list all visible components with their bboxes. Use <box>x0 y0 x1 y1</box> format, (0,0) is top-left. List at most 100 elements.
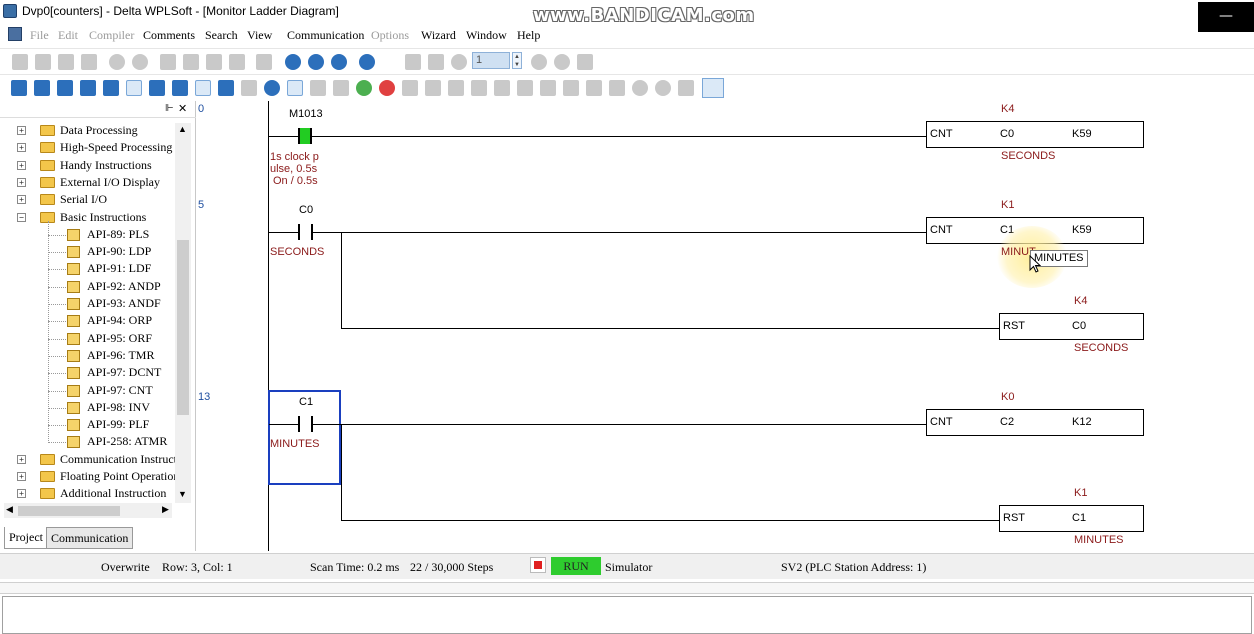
download-icon[interactable] <box>428 54 444 70</box>
copy-icon[interactable] <box>183 54 199 70</box>
menu-file[interactable]: File <box>30 28 49 43</box>
cnt-c0-instruction[interactable]: CNT C0 K59 <box>926 121 1144 148</box>
tree-item-api-1[interactable]: API-90: LDP <box>87 244 151 261</box>
plc-icon[interactable] <box>405 54 421 70</box>
close-panel-icon[interactable]: ✕ <box>178 102 187 115</box>
sfc-mode-icon[interactable] <box>34 80 50 96</box>
dock-icon[interactable] <box>702 78 724 98</box>
mdi-icon[interactable] <box>8 27 22 41</box>
menu-wizard[interactable]: Wizard <box>421 28 456 43</box>
bookmark-icon[interactable] <box>678 80 694 96</box>
menu-options[interactable]: Options <box>371 28 409 43</box>
new-file-icon[interactable] <box>12 54 28 70</box>
sync-icon[interactable] <box>554 54 570 70</box>
tree-item-api-10[interactable]: API-98: INV <box>87 400 150 417</box>
pin-icon[interactable] <box>264 80 280 96</box>
tree-item-cat-5[interactable]: Basic Instructions <box>60 210 146 227</box>
step-spin-input[interactable]: 1 <box>472 52 510 69</box>
stop-plc-icon[interactable] <box>531 54 547 70</box>
tree-expander-cat-5[interactable]: − <box>17 213 26 222</box>
contact-nc-icon[interactable] <box>425 80 441 96</box>
find-icon[interactable] <box>609 80 625 96</box>
hline-icon[interactable] <box>540 80 556 96</box>
scroll-down-arrow[interactable]: ▼ <box>178 489 187 499</box>
contact-c1-left[interactable] <box>298 416 300 432</box>
tree-item-api-0[interactable]: API-89: PLS <box>87 227 149 244</box>
tree-expander-tail-0[interactable]: + <box>17 455 26 464</box>
scroll-left-arrow[interactable]: ◀ <box>6 504 13 515</box>
device-table-icon[interactable] <box>287 80 303 96</box>
api-icon[interactable] <box>586 80 602 96</box>
help-icon[interactable] <box>359 54 375 70</box>
refresh-icon[interactable] <box>256 54 272 70</box>
tree-item-api-5[interactable]: API-94: ORP <box>87 313 152 330</box>
tree-item-api-12[interactable]: API-258: ATMR <box>87 434 167 451</box>
tree-item-cat-2[interactable]: Handy Instructions <box>60 158 152 175</box>
edit-icon[interactable] <box>103 80 119 96</box>
redo-icon[interactable] <box>132 54 148 70</box>
red-circle-icon[interactable] <box>379 80 395 96</box>
wizard-icon[interactable] <box>577 54 593 70</box>
tree-item-cat-0[interactable]: Data Processing <box>60 123 138 140</box>
comment-icon[interactable] <box>218 80 234 96</box>
paste-icon[interactable] <box>206 54 222 70</box>
cnt-c2-instruction[interactable]: CNT C2 K12 <box>926 409 1144 436</box>
tab-communication[interactable]: Communication <box>46 527 134 549</box>
tree-item-api-3[interactable]: API-92: ANDP <box>87 279 161 296</box>
undo-icon[interactable] <box>109 54 125 70</box>
scroll-up-arrow[interactable]: ▲ <box>178 124 187 134</box>
tree-item-api-7[interactable]: API-96: TMR <box>87 348 154 365</box>
tree-item-cat-4[interactable]: Serial I/O <box>60 192 107 209</box>
tree-item-api-11[interactable]: API-99: PLF <box>87 417 149 434</box>
tree-expander-tail-2[interactable]: + <box>17 489 26 498</box>
open-file-icon[interactable] <box>35 54 51 70</box>
timer-icon[interactable] <box>451 54 467 70</box>
tree-item-api-6[interactable]: API-95: ORF <box>87 331 152 348</box>
network-icon[interactable] <box>241 80 257 96</box>
tree-expander-cat-3[interactable]: + <box>17 178 26 187</box>
menu-window[interactable]: Window <box>466 28 507 43</box>
menu-compiler[interactable]: Compiler <box>89 28 134 43</box>
contact-c0-left[interactable] <box>298 224 300 240</box>
tree-expander-tail-1[interactable]: + <box>17 472 26 481</box>
device-comment-icon[interactable] <box>80 80 96 96</box>
tree-item-cat-1[interactable]: High-Speed Processing <box>60 140 172 157</box>
contact-no-icon[interactable] <box>402 80 418 96</box>
zoom-icon[interactable] <box>285 54 301 70</box>
tree-item-api-4[interactable]: API-93: ANDF <box>87 296 161 313</box>
contact-m1013-active[interactable] <box>298 128 312 144</box>
rst-c1-instruction[interactable]: RST C1 <box>999 505 1144 532</box>
rst-c0-instruction[interactable]: RST C0 <box>999 313 1144 340</box>
tree-expander-cat-1[interactable]: + <box>17 143 26 152</box>
tree-item-tail-1[interactable]: Floating Point Operation <box>60 469 179 486</box>
menu-comments[interactable]: Comments <box>143 28 195 43</box>
tab-project[interactable]: Project <box>4 527 48 549</box>
zoom-in-icon[interactable] <box>308 54 324 70</box>
step-spin-arrows[interactable]: ▲ ▼ <box>512 52 522 69</box>
coil-icon[interactable] <box>448 80 464 96</box>
ladder-mode-icon[interactable] <box>11 80 27 96</box>
vline-icon[interactable] <box>517 80 533 96</box>
tree-expander-cat-2[interactable]: + <box>17 161 26 170</box>
pencil-icon[interactable] <box>195 80 211 96</box>
instruction-mode-icon[interactable] <box>57 80 73 96</box>
menu-edit[interactable]: Edit <box>58 28 78 43</box>
tree-vscroll-thumb[interactable] <box>177 240 189 415</box>
save-icon[interactable] <box>58 54 74 70</box>
stop-icon[interactable] <box>530 557 546 573</box>
tree-item-tail-2[interactable]: Additional Instruction <box>60 486 166 503</box>
find-next-icon[interactable] <box>632 80 648 96</box>
delete-icon[interactable] <box>229 54 245 70</box>
output-window[interactable] <box>2 596 1252 634</box>
tree-hscroll-thumb[interactable] <box>18 506 120 516</box>
cut-icon[interactable] <box>160 54 176 70</box>
grid-icon[interactable] <box>310 80 326 96</box>
save-all-icon[interactable] <box>81 54 97 70</box>
menu-communication[interactable]: Communication <box>287 28 364 43</box>
tree-item-tail-0[interactable]: Communication Instructi <box>60 452 180 469</box>
tree-item-api-8[interactable]: API-97: DCNT <box>87 365 161 382</box>
monitor-mode-icon[interactable] <box>126 80 142 96</box>
green-circle-icon[interactable] <box>356 80 372 96</box>
tree-item-api-2[interactable]: API-91: LDF <box>87 261 151 278</box>
tree-expander-cat-4[interactable]: + <box>17 195 26 204</box>
